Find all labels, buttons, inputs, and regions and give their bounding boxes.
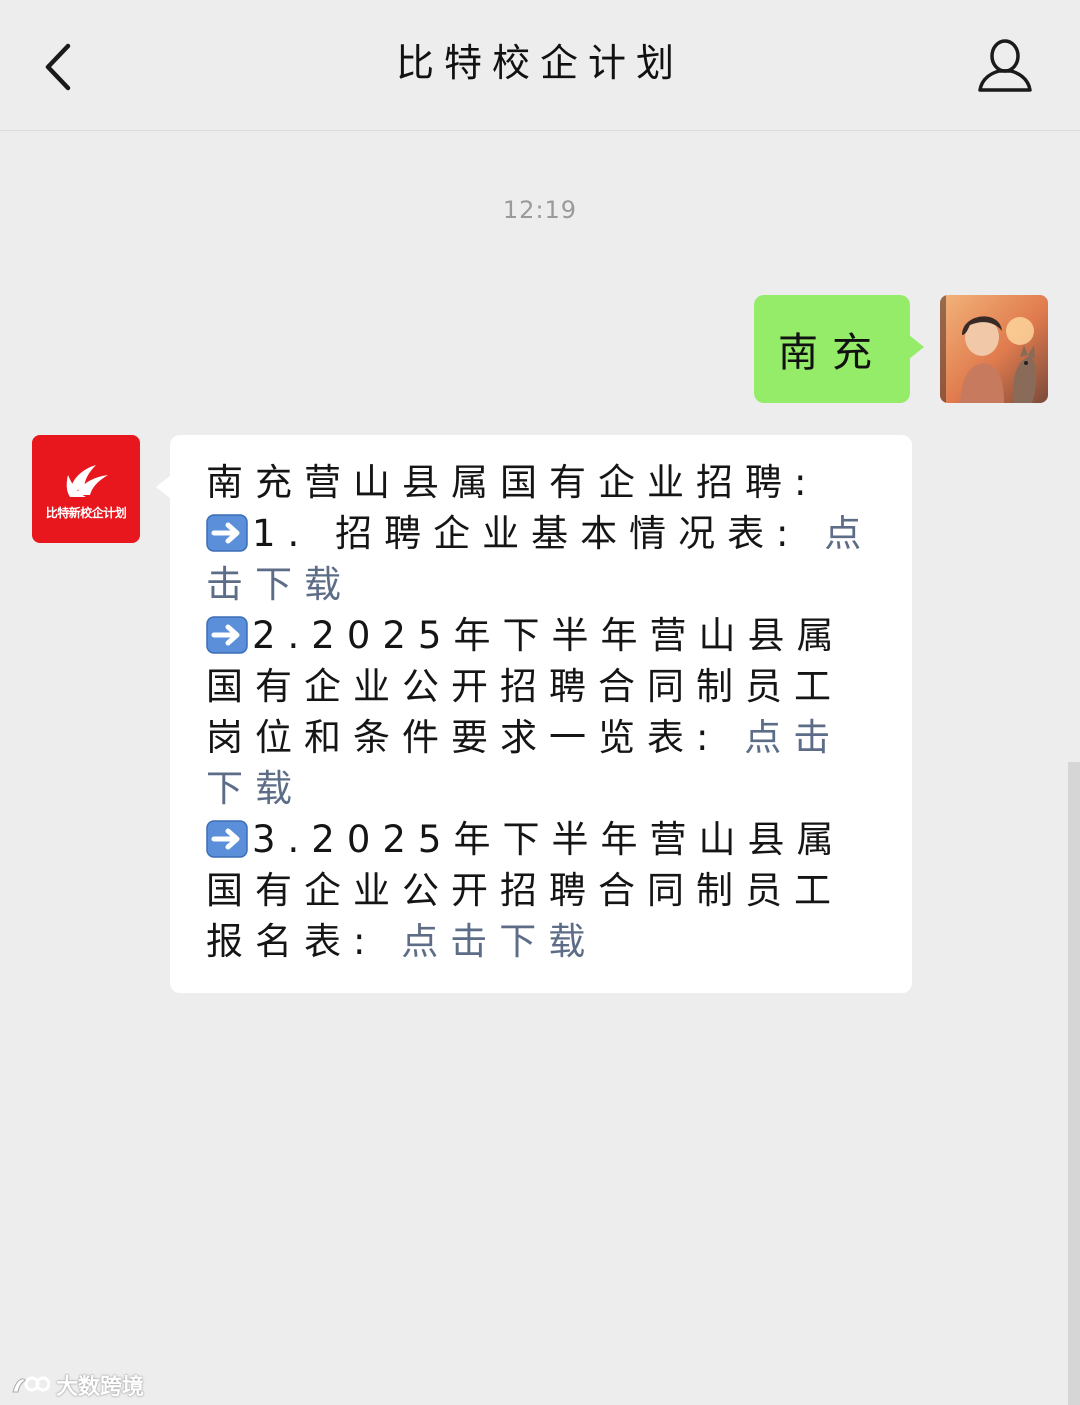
person-icon xyxy=(978,39,1032,92)
brand-logo-text: 比特新校企计划 xyxy=(45,506,127,520)
scrollbar[interactable] xyxy=(1068,762,1080,1405)
right-arrow-emoji-icon xyxy=(206,616,248,654)
outgoing-message-text: 南充 xyxy=(778,330,886,376)
message-item: 1. 招聘企业基本情况表: 点击下载 xyxy=(206,508,876,610)
chat-header: 比特校企计划 xyxy=(0,0,1080,131)
message-item: 3.2025年下半年营山县属国有企业公开招聘合同制员工报名表: 点击下载 xyxy=(206,814,876,967)
anime-boy-cat-avatar-image xyxy=(940,295,1048,403)
right-arrow-emoji-icon xyxy=(206,514,248,552)
brand-logo-icon xyxy=(66,465,108,497)
watermark: 大数跨境 xyxy=(10,1368,144,1402)
outgoing-message[interactable]: 南充 xyxy=(754,295,924,403)
download-link[interactable]: 点击下载 xyxy=(401,920,597,963)
profile-button[interactable] xyxy=(970,36,1040,98)
right-arrow-emoji-icon xyxy=(206,820,248,858)
watermark-text: 大数跨境 xyxy=(56,1375,145,1400)
message-timestamp: 12:19 xyxy=(502,196,578,224)
message-item: 2.2025年下半年营山县属国有企业公开招聘合同制员工岗位和条件要求一览表: 点… xyxy=(206,610,876,814)
watermark-logo-icon xyxy=(12,1376,50,1393)
my-avatar[interactable] xyxy=(940,295,1048,403)
sender-avatar[interactable]: 比特新校企计划 xyxy=(32,435,140,543)
chat-title: 比特校企计划 xyxy=(395,41,684,85)
incoming-message: 南充营山县属国有企业招聘: 1. 招聘企业基本情况表: 点击下载 2.2025年… xyxy=(156,435,912,993)
message-intro: 南充营山县属国有企业招聘: xyxy=(206,461,819,504)
message-item-text: 1. 招聘企业基本情况表: xyxy=(252,512,825,555)
